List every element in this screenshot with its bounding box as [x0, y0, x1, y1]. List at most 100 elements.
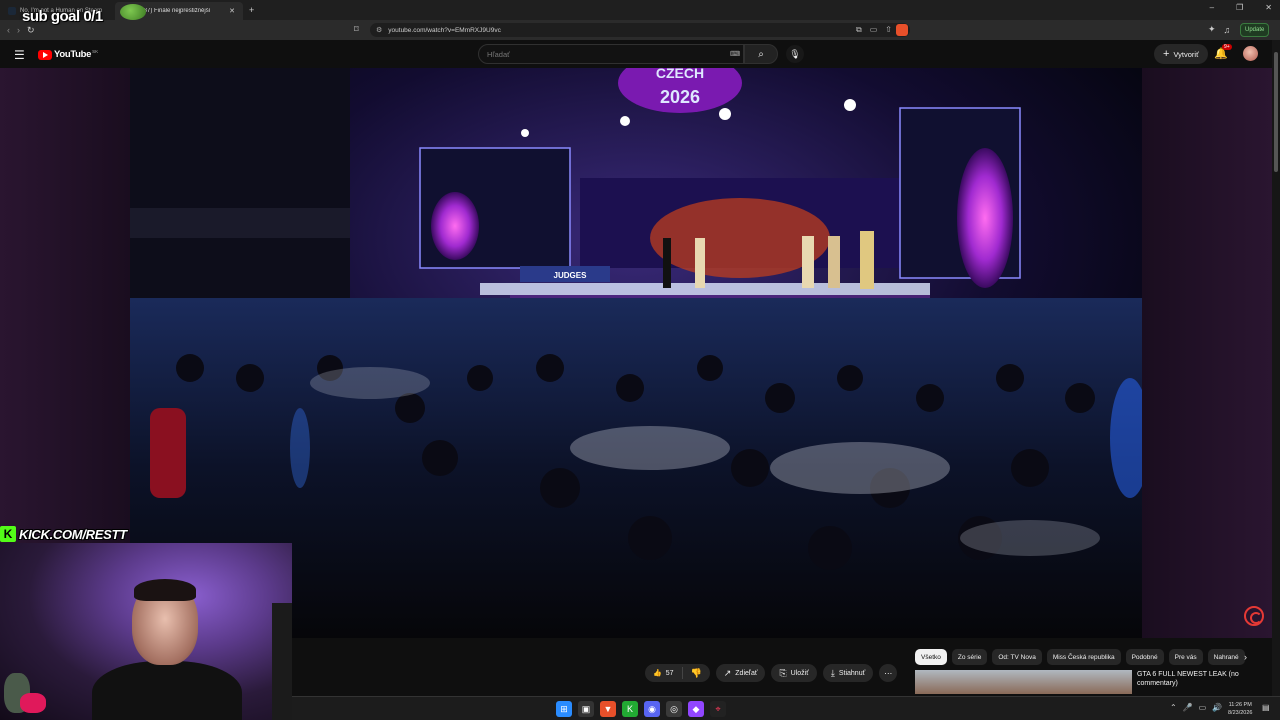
more-actions-button[interactable]: ⋯: [879, 664, 898, 682]
extensions-icon[interactable]: ✦: [1208, 24, 1216, 35]
windows-start-icon[interactable]: ⊞: [556, 701, 572, 717]
update-button[interactable]: Update: [1240, 23, 1270, 37]
sub-goal-overlay: sub goal 0/1: [22, 8, 103, 25]
chip-channel[interactable]: Od: TV Nova: [992, 649, 1042, 665]
volume-icon[interactable]: 🔊: [1212, 703, 1222, 712]
translate-icon[interactable]: ⧉: [856, 25, 862, 35]
tray-chevron-icon[interactable]: ⌃: [1170, 703, 1177, 712]
youtube-logo[interactable]: YouTube SK: [38, 49, 98, 60]
player-overlay-logo-icon[interactable]: [1244, 606, 1264, 626]
maximize-icon[interactable]: ❐: [1236, 3, 1243, 12]
back-arrow-icon[interactable]: ‹: [7, 25, 10, 35]
thumbs-up-icon: 👍: [653, 670, 662, 677]
like-dislike-group: 👍 57 👎: [645, 664, 710, 682]
address-text: youtube.com/watch?v=EMmRXJ9U9vc: [388, 26, 501, 34]
system-tray: ⌃ 🎤 ▭ 🔊: [1170, 703, 1222, 712]
forward-arrow-icon[interactable]: ›: [17, 25, 20, 35]
window-controls: – ❐ ✕: [1210, 3, 1272, 12]
notifications-badge: 9+: [1222, 44, 1232, 50]
microphone-icon: 🎙: [789, 48, 801, 59]
network-icon[interactable]: ▭: [1199, 703, 1207, 712]
chevron-right-icon[interactable]: ›: [1244, 652, 1247, 662]
recommended-video-title[interactable]: GTA 6 FULL NEWEST LEAK (no commentary): [1137, 670, 1267, 688]
kick-app-icon[interactable]: K: [622, 701, 638, 717]
webcam-overlay: [0, 543, 292, 720]
search-input[interactable]: [487, 49, 727, 59]
chip-for-you[interactable]: Pre vás: [1168, 649, 1203, 665]
create-button[interactable]: + Vytvoriť: [1154, 44, 1208, 64]
share-icon: ↗: [723, 667, 732, 678]
chrome-icon[interactable]: ◎: [666, 701, 682, 717]
menu-icon[interactable]: ☰: [14, 48, 25, 62]
scrollbar-thumb[interactable]: [1274, 52, 1278, 172]
save-label: Uložiť: [790, 669, 809, 677]
video-ambient-right: [1142, 68, 1272, 638]
recommended-video-thumbnail[interactable]: [915, 670, 1132, 694]
region-code: SK: [92, 49, 99, 54]
like-button[interactable]: 👍 57: [645, 667, 683, 679]
twitch-icon[interactable]: ◆: [688, 701, 704, 717]
chip-all[interactable]: Všetko: [915, 649, 947, 665]
tab-close-icon[interactable]: ✕: [229, 7, 235, 15]
steam-favicon-icon: [8, 7, 16, 15]
bookmark-save-icon: ⎘: [779, 667, 787, 678]
share-page-icon[interactable]: ⇧: [885, 25, 892, 35]
reload-icon[interactable]: ↻: [27, 25, 35, 36]
chip-series[interactable]: Zo série: [951, 649, 988, 665]
task-view-icon[interactable]: ▣: [578, 701, 594, 717]
browser-tab-bar: No, I'm not a Human on Steam (1487) Finá…: [0, 0, 1280, 20]
create-label: Vytvoriť: [1173, 49, 1199, 59]
cast-icon[interactable]: ▭: [870, 25, 878, 35]
new-tab-plus-icon[interactable]: +: [249, 5, 254, 15]
judges-desk-text: JUDGES: [554, 271, 588, 280]
notification-center-icon[interactable]: ▤: [1262, 703, 1270, 712]
save-button[interactable]: ⎘ Uložiť: [771, 664, 817, 682]
address-bar[interactable]: ⚙ youtube.com/watch?v=EMmRXJ9U9vc: [370, 23, 910, 37]
tab-title: (1487) Finále nejprestižnější: [135, 8, 211, 14]
brave-shield-icon[interactable]: [896, 24, 908, 36]
youtube-play-icon: [38, 49, 52, 60]
share-label: Zdieľať: [735, 669, 758, 677]
clock-date: 8/23/2026: [1228, 710, 1253, 716]
streamer-hair: [134, 579, 196, 601]
kick-overlay: K KICK.COM/RESTT: [0, 525, 127, 543]
map-pin-app-icon[interactable]: ⌖: [710, 701, 726, 717]
red-desk-toy: [20, 693, 46, 713]
thumbs-down-icon: 👎: [690, 667, 702, 678]
clock-time: 11:26 PM: [1228, 702, 1252, 708]
share-button[interactable]: ↗ Zdieľať: [715, 664, 766, 682]
keyboard-icon[interactable]: ⌨: [730, 50, 740, 58]
taskbar-apps: ⊞ ▣ ▼ K ◉ ◎ ◆ ⌖: [556, 701, 726, 717]
screen-logo-year: 2026: [660, 87, 700, 107]
chip-uploaded[interactable]: Nahrané: [1207, 649, 1245, 665]
more-dots-icon: ⋯: [884, 668, 893, 678]
taskbar-clock[interactable]: 11:26 PM 8/23/2026: [1228, 701, 1252, 717]
bookmark-icon[interactable]: ⌑: [354, 24, 359, 35]
mic-tray-icon[interactable]: 🎤: [1183, 703, 1193, 712]
brave-browser-icon[interactable]: ▼: [600, 701, 616, 717]
kick-logo-icon: K: [0, 526, 16, 542]
streamer-body: [92, 661, 242, 720]
close-window-icon[interactable]: ✕: [1265, 3, 1272, 12]
search-icon: ⌕: [758, 48, 764, 60]
search-button[interactable]: ⌕: [744, 44, 778, 64]
like-count: 57: [665, 669, 674, 677]
microphone-stand: [272, 603, 292, 720]
media-icon[interactable]: ♫: [1224, 25, 1231, 35]
download-button[interactable]: ⤓ Stiahnuť: [822, 664, 874, 682]
toolbar-right: ✦ ♫: [1208, 24, 1230, 35]
youtube-header: ☰ YouTube SK ⌨ ⌕ 🎙 + Vytvoriť 🔔 9+: [0, 40, 1280, 68]
dislike-button[interactable]: 👎: [683, 668, 710, 679]
discord-icon[interactable]: ◉: [644, 701, 660, 717]
browser-toolbar: ‹ › ↻ ⌑ ⚙ youtube.com/watch?v=EMmRXJ9U9v…: [0, 20, 1280, 40]
site-info-icon[interactable]: ⚙: [376, 26, 382, 34]
minimize-icon[interactable]: –: [1210, 3, 1214, 12]
chip-topic[interactable]: Miss Česká republika: [1046, 649, 1121, 665]
voice-search-button[interactable]: 🎙: [786, 45, 804, 63]
chip-related[interactable]: Podobné: [1125, 649, 1164, 665]
youtube-wordmark: YouTube: [54, 49, 92, 60]
account-avatar[interactable]: [1243, 46, 1258, 61]
plus-icon: +: [1163, 48, 1170, 60]
search-box: [478, 44, 744, 64]
frog-emote-icon: [120, 4, 146, 20]
